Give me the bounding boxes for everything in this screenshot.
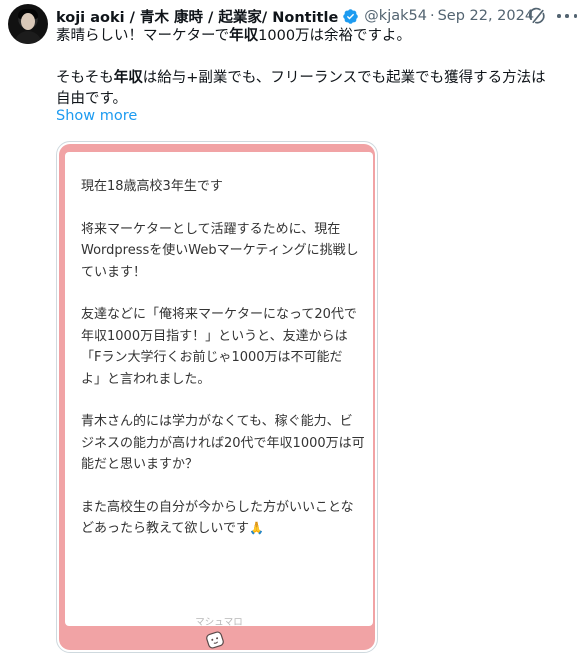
- avatar-body: [14, 31, 42, 44]
- more-dot-icon: [565, 14, 569, 18]
- question-line: ています！: [81, 264, 147, 280]
- question-line: Wordpressを使いWebマーケティングに挑戦し: [81, 243, 359, 259]
- tweet-line-3: 自由です。: [56, 91, 128, 107]
- show-more-link[interactable]: Show more: [56, 108, 137, 124]
- author-display-name[interactable]: koji aoki / 青木 康時 / 起業家/ Nontitle: [56, 6, 338, 27]
- question-line: よ」と言われました。: [81, 371, 211, 387]
- question-line: 将来マーケターとして活躍するために、現在: [81, 221, 341, 237]
- question-line: 友達などに「俺将来マーケターになって20代で: [81, 307, 357, 323]
- question-line-last: どあったら教えて欲しいです🙏: [81, 518, 367, 539]
- question-panel: 現在18歳高校3年生です 将来マーケターとして活躍するために、現在 Wordpr…: [65, 152, 373, 628]
- grok-icon[interactable]: [527, 6, 547, 26]
- marshmallow-logo-icon: [206, 631, 224, 649]
- verified-badge-icon: [343, 8, 359, 24]
- question-line: 現在18歳高校3年生です: [81, 179, 223, 194]
- more-dot-icon: [557, 14, 561, 18]
- author-handle[interactable]: @kjak54: [364, 8, 427, 24]
- header-separator: ·: [429, 8, 435, 24]
- question-line: 「Fラン大学行くお前じゃ1000万は不可能だ: [81, 350, 343, 366]
- question-line: 年収1000万目指す！」というと、友達からは: [81, 328, 348, 344]
- tweet-text: 素晴らしい！マーケターで年収1000万は余裕ですよ。 そもそも年収は給与+副業で…: [56, 26, 576, 110]
- question-line: ジネスの能力が高ければ20代で年収1000万は可: [81, 435, 365, 451]
- question-text: 現在18歳高校3年生です 将来マーケターとして活躍するために、現在 Wordpr…: [81, 176, 367, 540]
- tweet-header: koji aoki / 青木 康時 / 起業家/ Nontitle @kjak5…: [56, 5, 534, 27]
- question-line: また高校生の自分が今からした方がいいことな: [81, 500, 354, 516]
- more-dot-icon: [573, 14, 577, 18]
- avatar-face: [21, 13, 35, 30]
- tweet-line-1: 素晴らしい！マーケターで年収1000万は余裕ですよ。: [56, 28, 412, 44]
- author-avatar[interactable]: [8, 4, 48, 44]
- media-card-image[interactable]: 現在18歳高校3年生です 将来マーケターとして活躍するために、現在 Wordpr…: [56, 141, 378, 653]
- marshmallow-frame: 現在18歳高校3年生です 将来マーケターとして活躍するために、現在 Wordpr…: [59, 144, 375, 650]
- more-options-icon[interactable]: [555, 6, 579, 26]
- tweet-line-2: そもそも年収は給与+副業でも、フリーランスでも起業でも獲得する方法は: [56, 70, 546, 86]
- question-line: 青木さん的には学力がなくても、稼ぐ能力、ビ: [81, 414, 353, 430]
- tweet-date[interactable]: Sep 22, 2024: [438, 8, 535, 24]
- question-line: 能だと思いますか？: [81, 457, 199, 473]
- folded-hands-icon: 🙏: [248, 521, 264, 536]
- marshmallow-watermark: マシュマロ: [195, 617, 243, 628]
